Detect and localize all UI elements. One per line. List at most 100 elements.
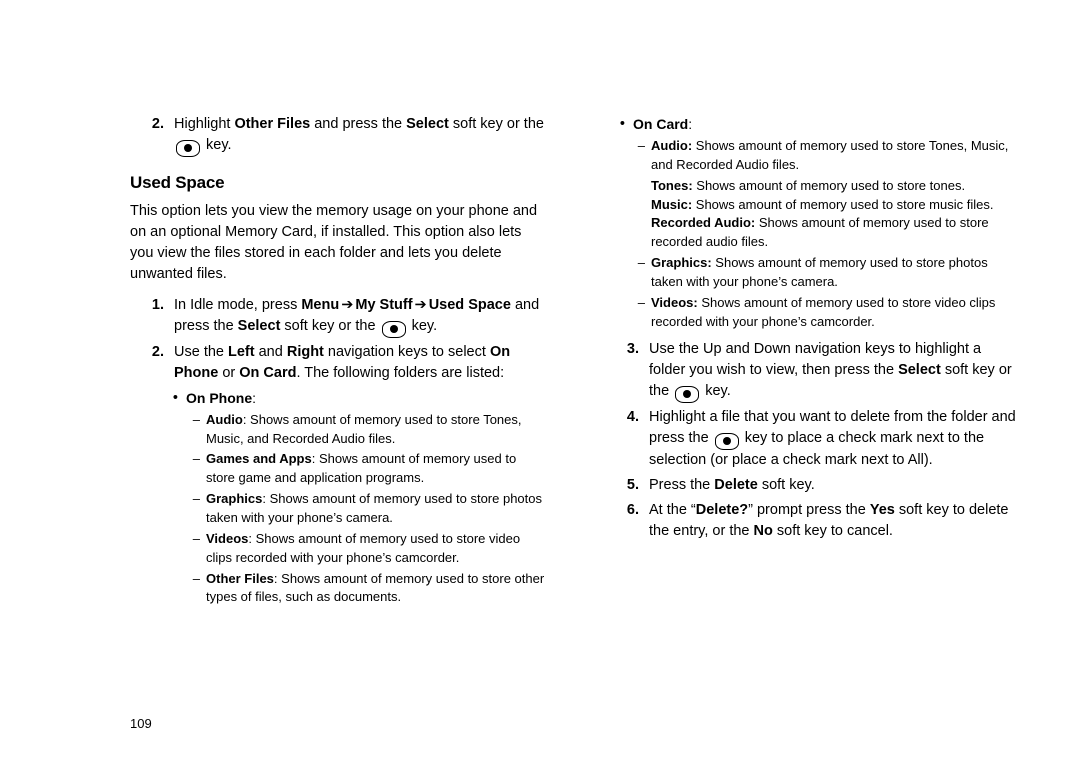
dash-icon: – [130, 570, 206, 608]
dash-body: Graphics: Shows amount of memory used to… [651, 254, 1020, 292]
used-space-step-3: 3. Use the Up and Down navigation keys t… [605, 339, 1020, 403]
bold: Graphics: [651, 255, 712, 270]
used-space-step-5: 5. Press the Delete soft key. [605, 475, 1020, 496]
text: or [218, 365, 239, 381]
dash-body: Games and Apps: Shows amount of memory u… [206, 450, 545, 488]
text: Shows amount of memory used to store ton… [693, 178, 965, 193]
bold: Audio [206, 412, 243, 427]
step-number: 6. [605, 500, 649, 542]
bold: My Stuff [355, 297, 412, 313]
step-number: 5. [605, 475, 649, 496]
used-space-step-4: 4. Highlight a file that you want to del… [605, 407, 1020, 471]
bold: Other Files [206, 571, 274, 586]
page-number: 109 [130, 716, 152, 731]
used-space-step-1: 1. In Idle mode, press Menu ➔ My Stuff ➔… [130, 295, 545, 338]
dash-icon: – [130, 450, 206, 488]
text: ” prompt press the [748, 502, 870, 518]
ok-key-icon [675, 386, 699, 403]
bold: Right [287, 344, 324, 360]
dash-icon: – [605, 294, 651, 332]
used-space-step-6: 6. At the “Delete?” prompt press the Yes… [605, 500, 1020, 542]
text: key. [701, 383, 731, 399]
bold: Delete [714, 477, 758, 493]
dash-body: Videos: Shows amount of memory used to s… [206, 530, 545, 568]
bold: Videos [206, 531, 248, 546]
bullet-body: On Card: [633, 114, 1020, 135]
bold: Other Files [234, 116, 310, 132]
step-body: Use the Left and Right navigation keys t… [174, 342, 545, 384]
bullet-on-card: • On Card: [605, 114, 1020, 135]
left-column: 2. Highlight Other Files and press the S… [130, 110, 555, 609]
dash-icon: – [130, 530, 206, 568]
bold: On Card [633, 116, 688, 132]
bold: On Phone [186, 390, 252, 406]
text: soft key. [758, 477, 815, 493]
bold: On Card [239, 365, 296, 381]
text: In Idle mode, press [174, 297, 301, 313]
text: and [255, 344, 287, 360]
text: navigation keys to select [324, 344, 490, 360]
dash-body: Audio: Shows amount of memory used to st… [206, 411, 545, 449]
text: key. [408, 318, 438, 334]
dash-card-graphics: – Graphics: Shows amount of memory used … [605, 254, 1020, 292]
step-number: 3. [605, 339, 649, 403]
text: Press the [649, 477, 714, 493]
text: key. [202, 137, 232, 153]
text: . The following folders are listed: [296, 365, 504, 381]
text: : Shows amount of memory used to store T… [206, 412, 522, 446]
text: and press the [310, 116, 406, 132]
dash-icon: – [605, 254, 651, 292]
ok-key-icon [176, 140, 200, 157]
step-number: 4. [605, 407, 649, 471]
step-body: Highlight a file that you want to delete… [649, 407, 1020, 471]
dash-icon: – [130, 411, 206, 449]
text: : Shows amount of memory used to store v… [206, 531, 520, 565]
step-body: At the “Delete?” prompt press the Yes so… [649, 500, 1020, 542]
bold: Graphics [206, 491, 262, 506]
step-body: Highlight Other Files and press the Sele… [174, 114, 545, 157]
step-body: Use the Up and Down navigation keys to h… [649, 339, 1020, 403]
sub-tones: Tones: Shows amount of memory used to st… [651, 177, 1020, 196]
bold: Select [406, 116, 449, 132]
dash-videos: – Videos: Shows amount of memory used to… [130, 530, 545, 568]
section-heading-used-space: Used Space [130, 171, 545, 196]
text: Highlight [174, 116, 234, 132]
bold: Recorded Audio: [651, 215, 755, 230]
dash-icon: – [605, 137, 651, 175]
step-body: Press the Delete soft key. [649, 475, 1020, 496]
step-number: 1. [130, 295, 174, 338]
bold: Games and Apps [206, 451, 312, 466]
dash-graphics: – Graphics: Shows amount of memory used … [130, 490, 545, 528]
bullet-icon: • [605, 114, 633, 135]
bold: Videos: [651, 295, 698, 310]
bold: Audio: [651, 138, 692, 153]
bold: Yes [870, 502, 895, 518]
ok-key-icon [715, 433, 739, 450]
dash-card-audio: – Audio: Shows amount of memory used to … [605, 137, 1020, 175]
bold: Left [228, 344, 255, 360]
step-number: 2. [130, 342, 174, 384]
bold: Delete? [696, 502, 748, 518]
dash-icon: – [130, 490, 206, 528]
bold: Select [238, 318, 281, 334]
top-step-2: 2. Highlight Other Files and press the S… [130, 114, 545, 157]
bold: Menu [301, 297, 339, 313]
text: soft key or the [449, 116, 544, 132]
text: Shows amount of memory used to store vid… [651, 295, 995, 329]
arrow-icon: ➔ [413, 295, 429, 316]
ok-key-icon [382, 321, 406, 338]
manual-page: 2. Highlight Other Files and press the S… [0, 0, 1080, 609]
text: Shows amount of memory used to store Ton… [651, 138, 1008, 172]
text: Use the [174, 344, 228, 360]
dash-body: Other Files: Shows amount of memory used… [206, 570, 545, 608]
bold: No [754, 523, 773, 539]
bullet-on-phone: • On Phone: [130, 388, 545, 409]
bold: Music: [651, 197, 692, 212]
dash-other-files: – Other Files: Shows amount of memory us… [130, 570, 545, 608]
bullet-icon: • [130, 388, 186, 409]
bold: Tones: [651, 178, 693, 193]
dash-body: Audio: Shows amount of memory used to st… [651, 137, 1020, 175]
dash-games-apps: – Games and Apps: Shows amount of memory… [130, 450, 545, 488]
text: At the “ [649, 502, 696, 518]
section-intro: This option lets you view the memory usa… [130, 201, 545, 285]
